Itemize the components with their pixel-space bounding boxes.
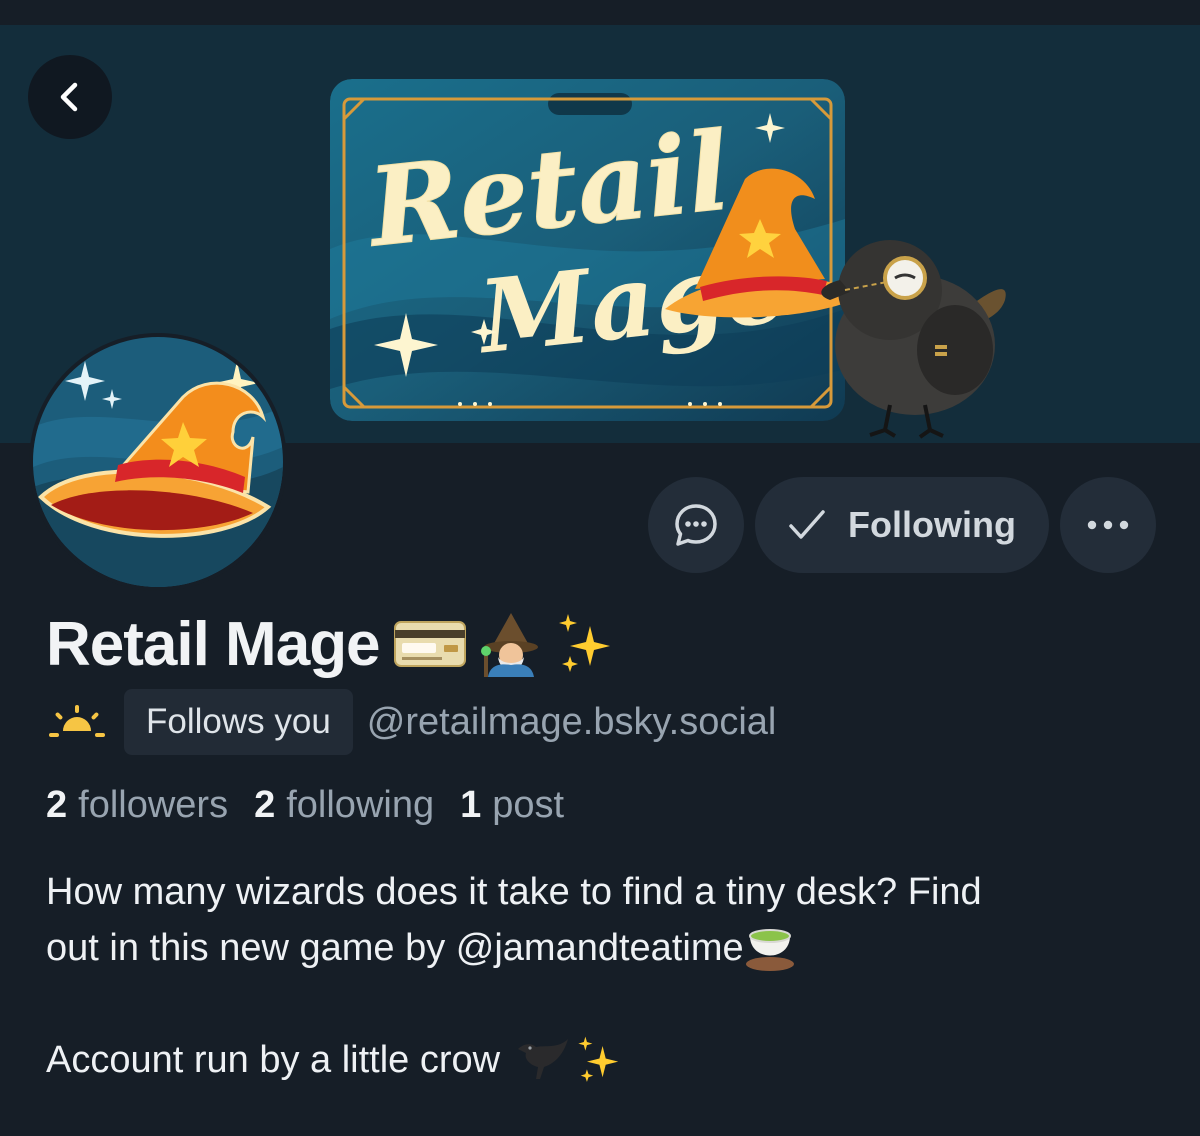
more-options-button[interactable] <box>1060 477 1156 573</box>
crow-emoji-icon <box>518 1039 569 1079</box>
avatar[interactable] <box>29 333 287 591</box>
display-name-row: Retail Mage <box>46 604 620 684</box>
status-bar <box>0 0 1200 25</box>
posts-label: post <box>492 783 565 826</box>
credit-card-icon <box>393 621 466 667</box>
following-button-label: Following <box>848 504 1016 545</box>
profile-handle: @retailmage.bsky.social <box>366 700 777 743</box>
back-button[interactable] <box>28 55 112 139</box>
bio-line-3: Account run by a little crow <box>46 1039 501 1081</box>
following-count: 2 <box>254 783 276 826</box>
mage-emoji-icon <box>480 613 538 677</box>
sparkles-icon <box>558 614 610 672</box>
profile-bio: How many wizards does it take to find a … <box>46 864 1166 1088</box>
bio-line-3-row: Account run by a little crow <box>46 1032 1166 1088</box>
followers-stat[interactable]: 2 followers <box>46 784 228 827</box>
following-label: following <box>286 783 435 826</box>
followers-label: followers <box>78 783 229 826</box>
green-tea-icon <box>745 929 794 971</box>
bio-line-1: How many wizards does it take to find a … <box>46 871 982 913</box>
checkmark-icon <box>789 510 825 539</box>
banner-logo-card: Retail Mage <box>330 79 845 421</box>
sunrise-icon <box>49 705 105 737</box>
retail-mage-logo: Retail Mage <box>330 79 845 421</box>
sparkles-icon <box>578 1036 619 1082</box>
crow-mascot <box>815 230 1025 443</box>
wizard-hat-avatar-image <box>33 337 283 587</box>
bio-line-2: out in this new game by @jamandteatime <box>46 927 744 969</box>
posts-stat: 1 post <box>460 784 564 827</box>
display-name: Retail Mage <box>46 609 381 679</box>
bio-line-2-row: out in this new game by @jamandteatime <box>46 920 1166 976</box>
handle-row: Follows you @retailmage.bsky.social <box>46 688 776 756</box>
following-button[interactable]: Following <box>755 477 1049 573</box>
posts-count: 1 <box>460 783 482 826</box>
chat-bubble-icon <box>675 504 717 546</box>
ellipsis-icon <box>1087 520 1129 530</box>
followers-count: 2 <box>46 783 68 826</box>
profile-page: Retail Mage Following Retail Mage Follow… <box>0 0 1200 1136</box>
message-button[interactable] <box>648 477 744 573</box>
following-stat[interactable]: 2 following <box>254 784 434 827</box>
follows-you-badge: Follows you <box>124 689 353 755</box>
chevron-left-icon <box>60 82 78 112</box>
profile-stats: 2 followers 2 following 1 post <box>46 780 590 830</box>
